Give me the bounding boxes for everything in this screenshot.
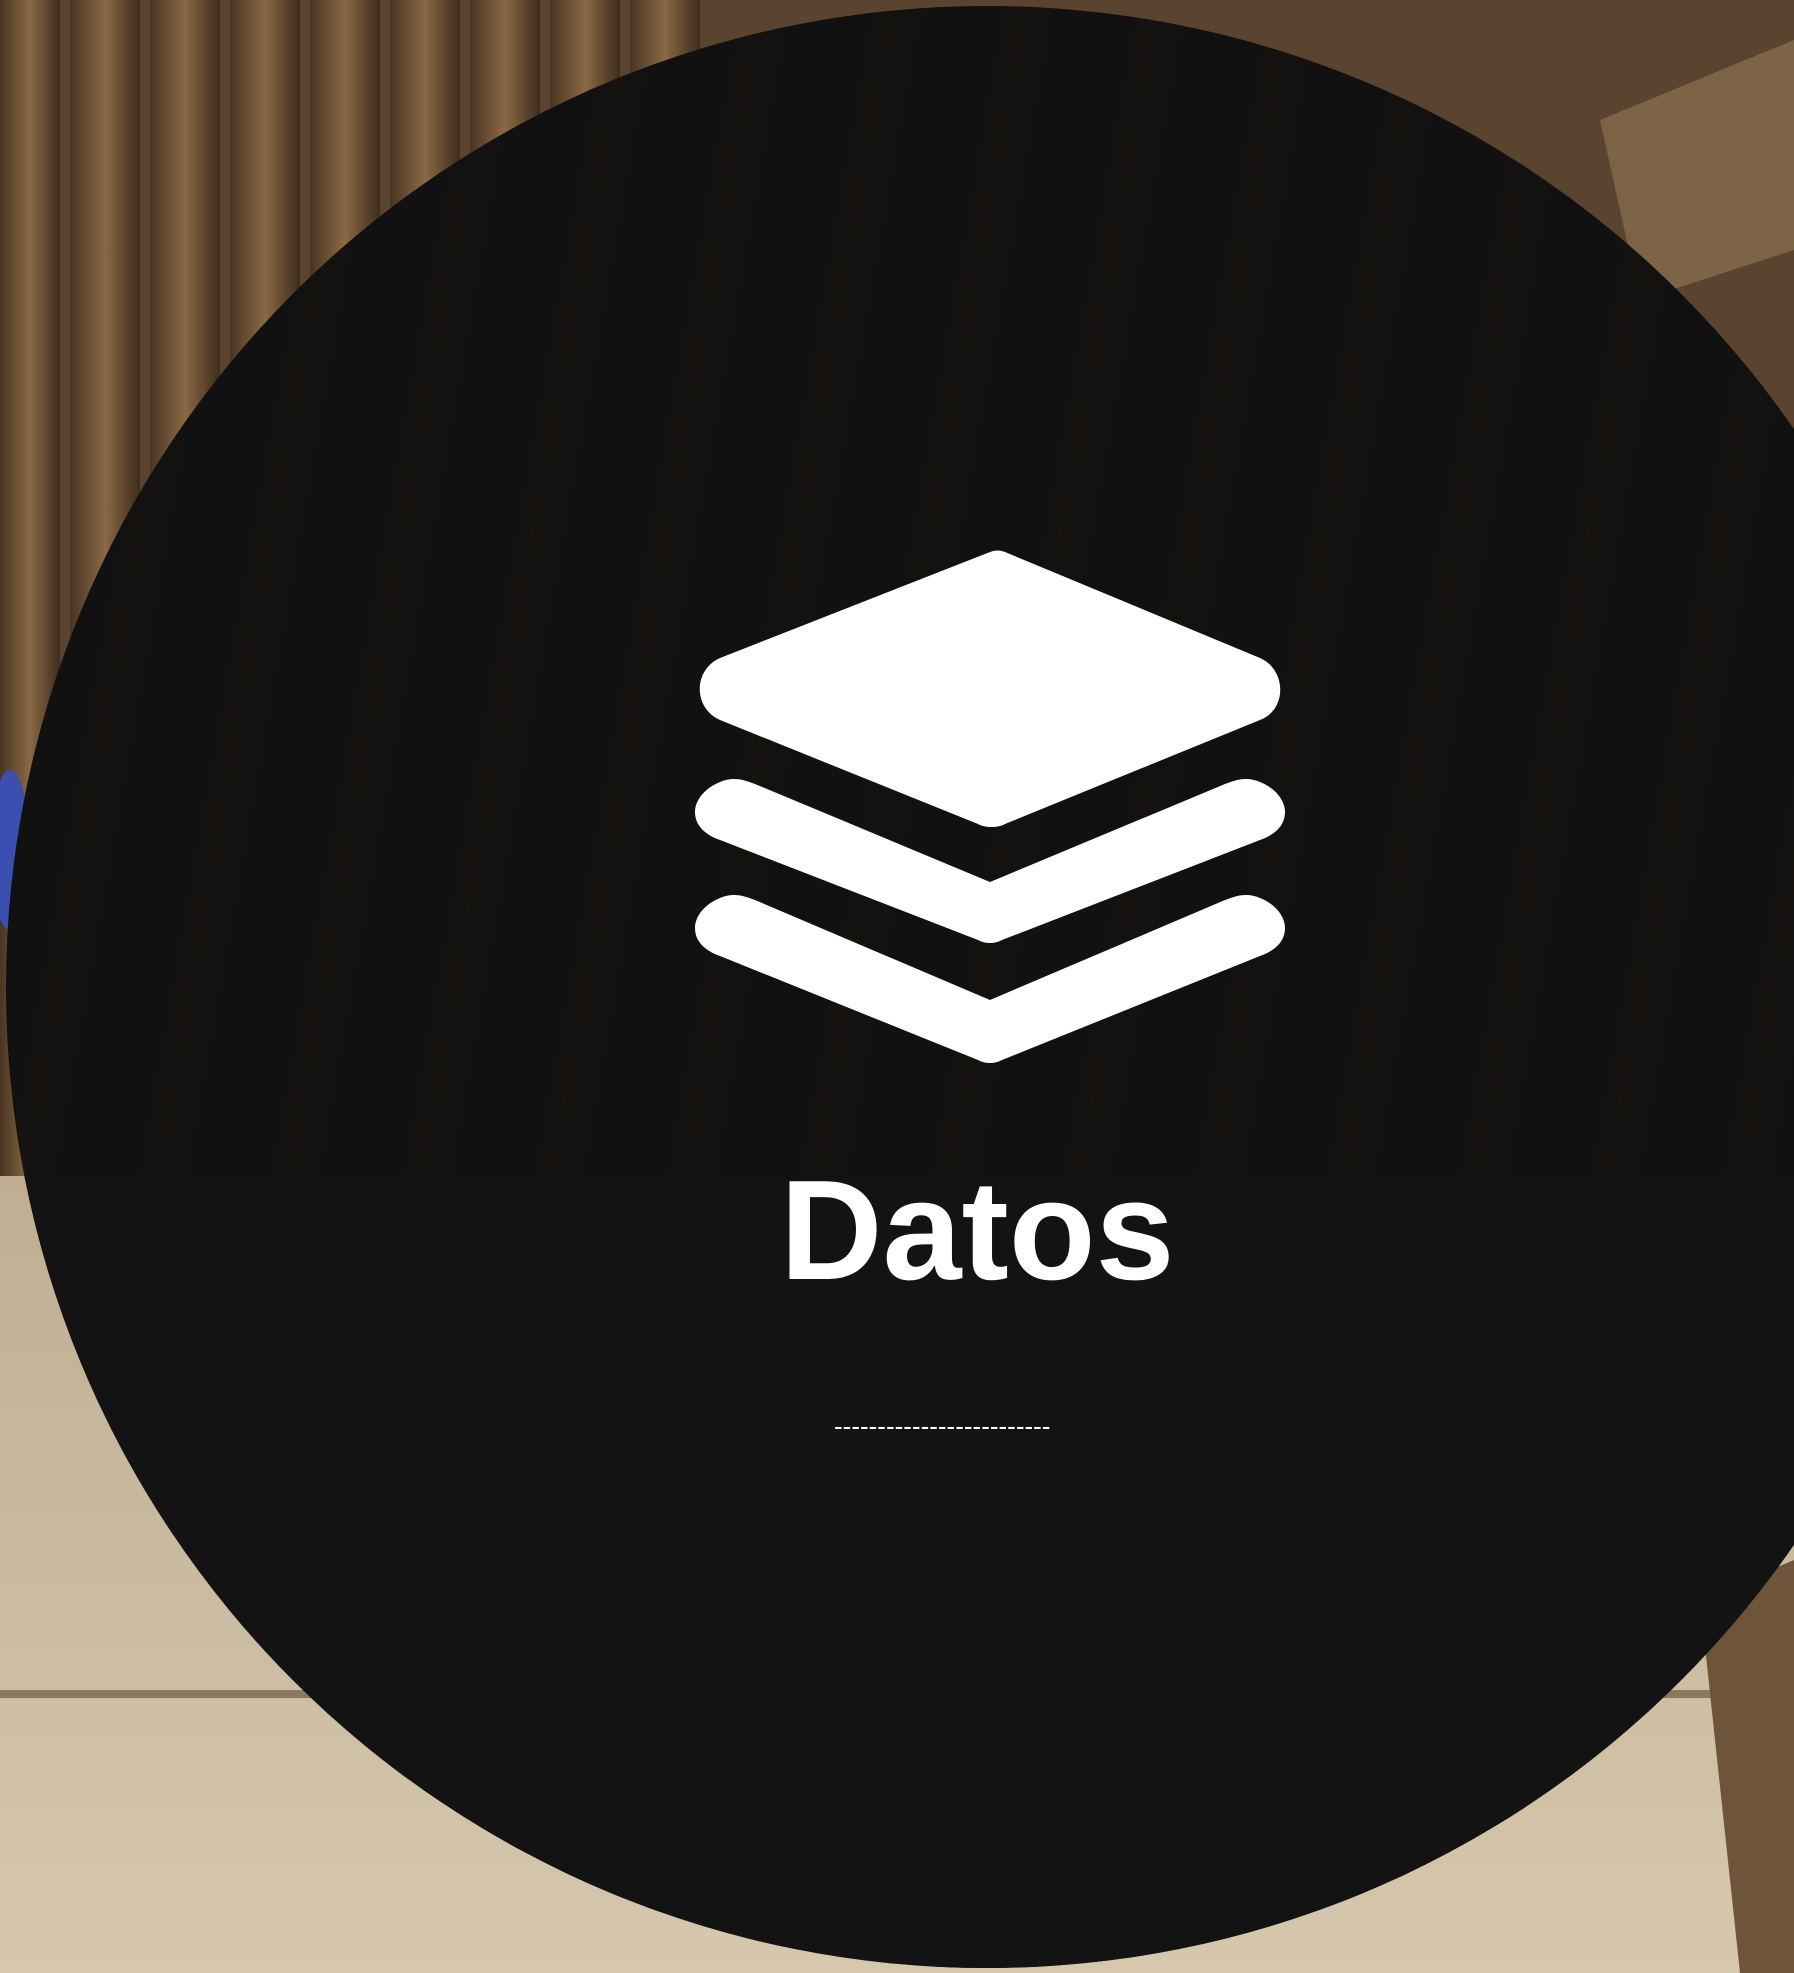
title-divider: ------------------------- xyxy=(834,1418,1051,1434)
layers-icon xyxy=(695,550,1285,1063)
page-title: Datos xyxy=(780,1151,1175,1310)
slide: Datos ------------------------- xyxy=(0,0,1794,1973)
